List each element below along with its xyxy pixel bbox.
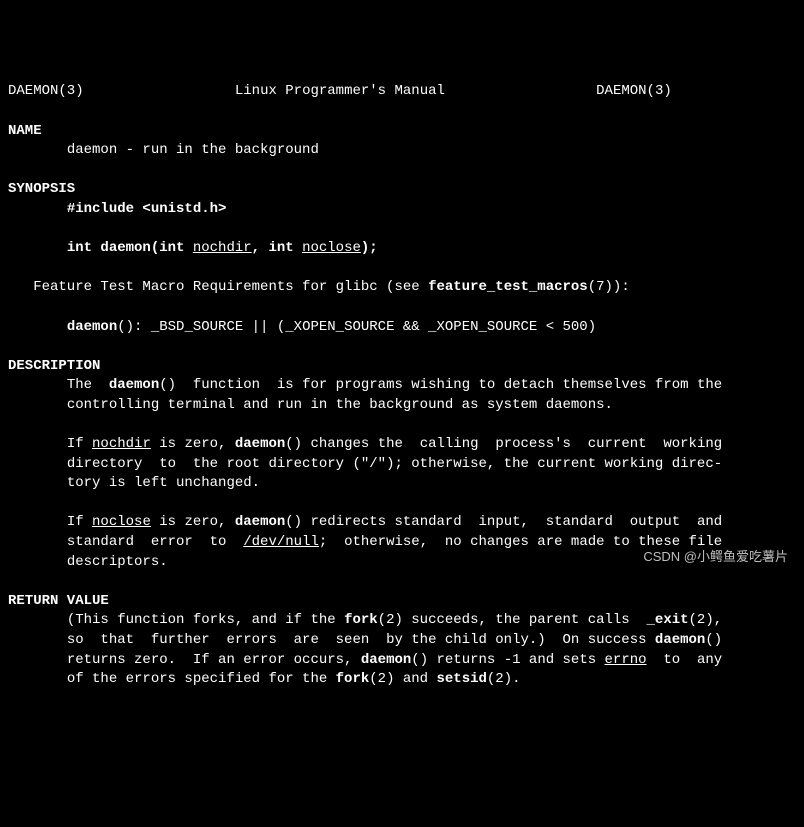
desc-arg: nochdir (92, 436, 151, 452)
desc-text: If (67, 514, 92, 530)
desc-bold: daemon (109, 377, 159, 393)
desc-bold: daemon (235, 514, 285, 530)
section-description: DESCRIPTION (8, 358, 100, 374)
ret-text: returns zero. If an error occurs, (67, 652, 361, 668)
header-right: DAEMON(3) (596, 83, 672, 99)
desc-text: directory to the root directory ("/"); o… (67, 456, 722, 472)
ret-bold: daemon (655, 632, 705, 648)
desc-path: /dev/null (243, 534, 319, 550)
ret-text: to any (647, 652, 723, 668)
desc-arg: noclose (92, 514, 151, 530)
ret-text: of the errors specified for the (67, 671, 336, 687)
ret-errno: errno (605, 652, 647, 668)
ftm2-pre (8, 319, 67, 335)
ftm-bold: feature_test_macros (428, 279, 588, 295)
desc-text: descriptors. (67, 554, 168, 570)
ret-text: (2) and (369, 671, 436, 687)
desc-text: The (67, 377, 109, 393)
arg-nochdir: nochdir (193, 240, 252, 256)
desc-text: () function is for programs wishing to d… (159, 377, 722, 393)
header-left: DAEMON(3) (8, 83, 84, 99)
ret-text: () (705, 632, 722, 648)
ftm-pre: Feature Test Macro Requirements for glib… (8, 279, 428, 295)
ret-text: (2) succeeds, the parent calls (378, 612, 647, 628)
ftm-post: (7)): (588, 279, 630, 295)
ret-text: (This function forks, and if the (67, 612, 344, 628)
ret-text: so that further errors are seen by the c… (67, 632, 655, 648)
sig-part: ); (361, 240, 378, 256)
ret-bold: daemon (361, 652, 411, 668)
desc-text: If (67, 436, 92, 452)
include-header: unistd.h (151, 201, 218, 217)
desc-text: standard error to (67, 534, 243, 550)
watermark: CSDN @小鳄鱼爱吃薯片 (643, 548, 788, 566)
ret-bold: fork (344, 612, 378, 628)
desc-text: () changes the calling process's current… (285, 436, 722, 452)
desc-text: controlling terminal and run in the back… (67, 397, 613, 413)
sig-part: , int (252, 240, 302, 256)
desc-text: () redirects standard input, standard ou… (285, 514, 722, 530)
ftm2-post: (): _BSD_SOURCE || (_XOPEN_SOURCE && _XO… (117, 319, 596, 335)
ftm2-bold: daemon (67, 319, 117, 335)
manpage-body: DAEMON(3) Linux Programmer's Manual DAEM… (8, 82, 796, 689)
include-pre: #include < (67, 201, 151, 217)
include-post: > (218, 201, 226, 217)
ret-text: (2), (689, 612, 723, 628)
desc-text: tory is left unchanged. (67, 475, 260, 491)
section-name: NAME (8, 123, 42, 139)
ret-bold: _exit (647, 612, 689, 628)
desc-text: is zero, (151, 514, 235, 530)
desc-text: is zero, (151, 436, 235, 452)
section-return: RETURN VALUE (8, 593, 109, 609)
name-line: daemon - run in the background (67, 142, 319, 158)
sig-part: int daemon(int (67, 240, 193, 256)
ret-text: () returns -1 and sets (411, 652, 604, 668)
section-synopsis: SYNOPSIS (8, 181, 75, 197)
header-center: Linux Programmer's Manual (235, 83, 445, 99)
arg-noclose: noclose (302, 240, 361, 256)
ret-bold: fork (336, 671, 370, 687)
desc-bold: daemon (235, 436, 285, 452)
ret-text: (2). (487, 671, 521, 687)
ret-bold: setsid (436, 671, 486, 687)
